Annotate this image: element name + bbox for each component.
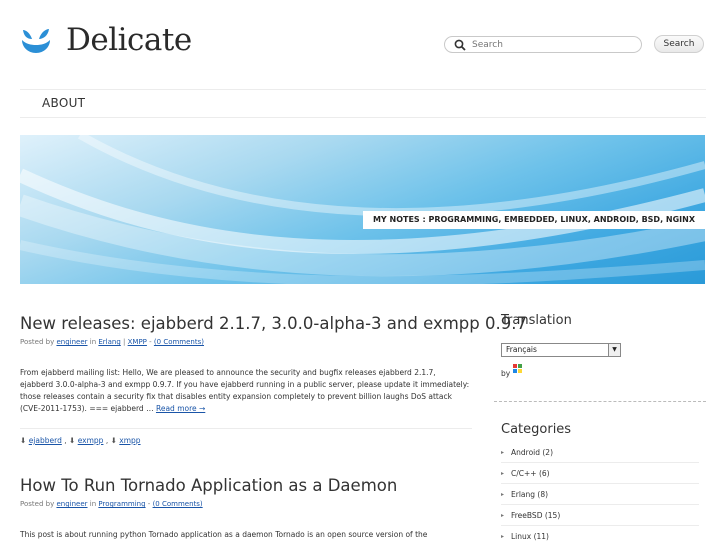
category-list: ▸ Android (2) ▸ C/C++ (6) ▸ Erlang (8) ▸ Fre… [501,442,699,545]
tag-icon: ⬇ [20,436,27,445]
in-label: in [89,338,97,346]
category-label: Erlang (8) [511,490,549,499]
category-label: Linux (11) [511,532,549,541]
nav-item-about[interactable]: ABOUT [42,96,85,110]
banner-swirl-graphic [20,135,705,284]
site-logo[interactable]: Delicate [20,22,192,58]
category-link-xmpp[interactable]: XMPP [128,338,147,346]
category-label: Android (2) [511,448,554,457]
comments-link[interactable]: (0 Comments) [154,338,204,346]
author-link[interactable]: engineer [56,500,87,508]
category-link-erlang[interactable]: Erlang [98,338,120,346]
language-select-value: Français [506,345,537,354]
chevron-right-icon: ▸ [501,449,505,456]
chevron-right-icon: ▸ [501,470,505,477]
header-banner: MY NOTES : PROGRAMMING, EMBEDDED, LINUX,… [20,135,705,284]
in-label: in [89,500,97,508]
comments-link[interactable]: (0 Comments) [153,500,203,508]
widget-title-translation: Translation [501,313,572,328]
category-item-cpp[interactable]: ▸ C/C++ (6) [501,463,699,484]
post-excerpt: This post is about running python Tornad… [20,530,428,539]
tag-icon: ⬇ [69,436,76,445]
posted-by-label: Posted by [20,338,55,346]
meta-dash: - [147,500,151,508]
tag-link[interactable]: xmpp [119,436,140,445]
widget-separator [494,401,706,402]
tag-link[interactable]: ejabberd [29,436,62,445]
posted-by-label: Posted by [20,500,55,508]
chevron-right-icon: ▸ [501,491,505,498]
tag-icon: ⬇ [110,436,117,445]
post-excerpt: From ejabberd mailing list: Hello, We ar… [20,367,470,415]
post-title[interactable]: How To Run Tornado Application as a Daem… [20,476,397,495]
main-nav: ABOUT [20,89,706,118]
category-label: FreeBSD (15) [511,511,561,520]
chevron-right-icon: ▸ [501,512,505,519]
category-item-freebsd[interactable]: ▸ FreeBSD (15) [501,505,699,526]
chevron-down-icon[interactable]: ▼ [608,344,620,356]
category-item-erlang[interactable]: ▸ Erlang (8) [501,484,699,505]
banner-caption: MY NOTES : PROGRAMMING, EMBEDDED, LINUX,… [362,211,705,229]
tag-link[interactable]: exmpp [78,436,104,445]
search-button[interactable]: Search [654,35,704,53]
search-box[interactable] [444,36,642,53]
read-more-link[interactable]: Read more → [156,404,205,413]
translation-by-label: by [501,369,511,378]
author-link[interactable]: engineer [56,338,87,346]
search-icon [454,39,466,51]
post-title[interactable]: New releases: ejabberd 2.1.7, 3.0.0-alph… [20,314,527,333]
post-meta: Posted by engineer in Programming - (0 C… [20,500,203,508]
excerpt-text: From ejabberd mailing list: Hello, We ar… [20,368,470,413]
chevron-right-icon: ▸ [501,533,505,540]
post-divider [20,428,472,429]
category-link-programming[interactable]: Programming [98,500,145,508]
category-item-linux[interactable]: ▸ Linux (11) [501,526,699,545]
category-label: C/C++ (6) [511,469,550,478]
logo-icon [22,29,50,53]
widget-title-categories: Categories [501,422,572,437]
category-separator: | [123,338,126,346]
translator-logo-icon[interactable] [513,364,523,374]
meta-dash: - [149,338,152,346]
search-input[interactable] [472,37,632,52]
post-meta: Posted by engineer in Erlang | XMPP - (0… [20,338,204,346]
site-title: Delicate [66,22,192,58]
post-tags: ⬇ ejabberd , ⬇ exmpp , ⬇ xmpp [20,436,141,445]
language-select[interactable]: Français ▼ [501,343,621,357]
category-item-android[interactable]: ▸ Android (2) [501,442,699,463]
